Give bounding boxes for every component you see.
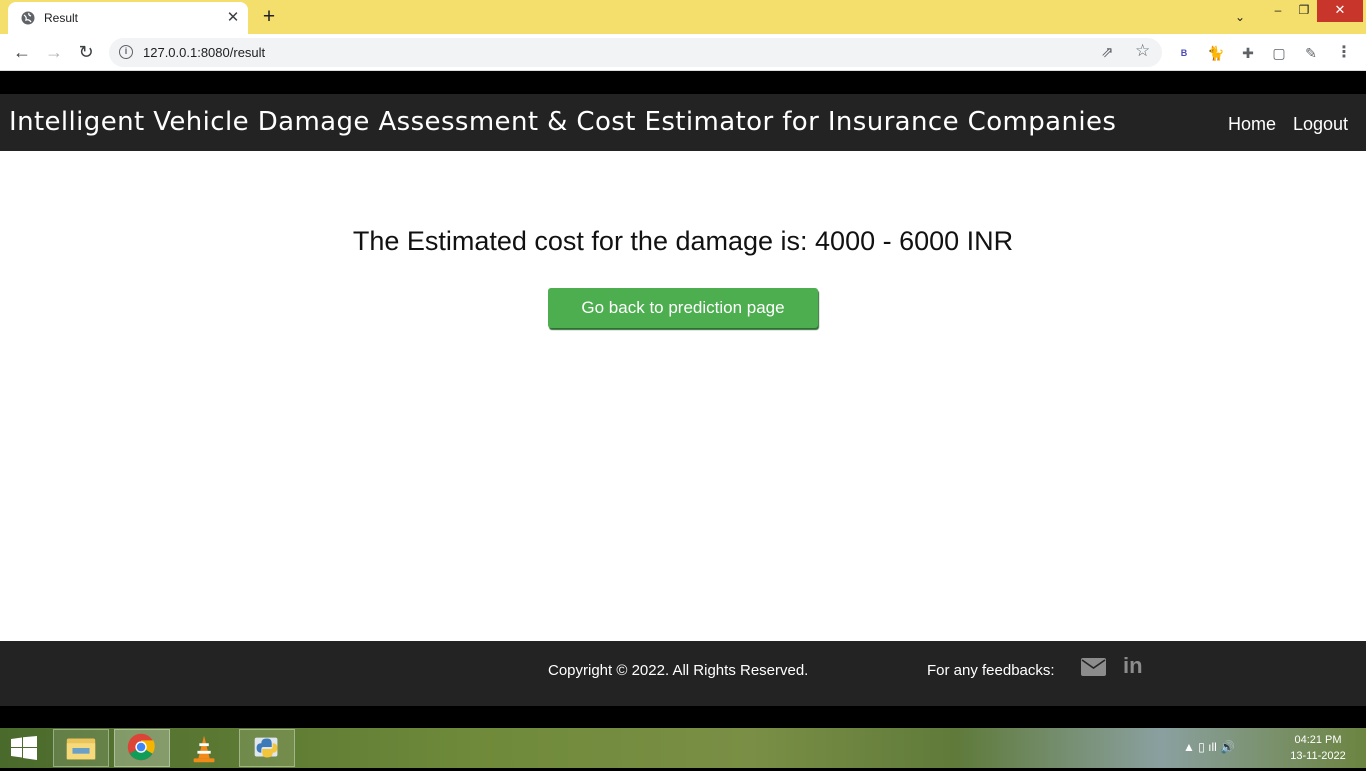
file-explorer-taskbar-icon[interactable] xyxy=(53,729,109,767)
extensions-puzzle-icon[interactable]: ✚ xyxy=(1237,42,1259,64)
forward-arrow-icon[interactable]: → xyxy=(40,39,68,67)
site-title: Intelligent Vehicle Damage Assessment & … xyxy=(9,107,1117,137)
main-content: The Estimated cost for the damage is: 40… xyxy=(0,151,1366,641)
python-launcher-taskbar-icon[interactable] xyxy=(239,729,295,767)
taskbar-clock[interactable]: 04:21 PM 13-11-2022 xyxy=(1278,732,1358,764)
browser-menu-icon[interactable]: ⋮ xyxy=(1333,42,1355,64)
browser-toolbar: ← → ↻ i 127.0.0.1:8080/result ⇗ ☆ B 🐈 ✚ … xyxy=(0,34,1366,71)
new-tab-button[interactable]: + xyxy=(258,6,280,28)
feedback-label: For any feedbacks: xyxy=(927,662,1055,679)
system-tray[interactable]: ▲ ▯ ıll 🔊 xyxy=(1183,740,1235,754)
site-info-icon[interactable]: i xyxy=(119,45,133,59)
maximize-button[interactable]: ❐ xyxy=(1289,0,1319,22)
address-bar[interactable]: i 127.0.0.1:8080/result ⇗ ☆ xyxy=(109,38,1162,67)
clock-time: 04:21 PM xyxy=(1294,734,1342,746)
extension-b-icon[interactable]: B xyxy=(1173,42,1195,64)
mail-icon[interactable] xyxy=(1081,658,1106,676)
profile-avatar-icon[interactable]: ✎ xyxy=(1300,42,1322,64)
browser-tabstrip: Result ✕ + ⌄ – ❐ ✕ xyxy=(0,0,1366,34)
back-to-prediction-button[interactable]: Go back to prediction page xyxy=(548,288,818,328)
nav-logout-link[interactable]: Logout xyxy=(1293,114,1348,135)
side-panel-icon[interactable]: ▢ xyxy=(1268,42,1290,64)
browser-tab[interactable]: Result ✕ xyxy=(8,2,248,34)
linkedin-icon[interactable]: in xyxy=(1123,653,1143,679)
tab-title: Result xyxy=(44,11,79,25)
copyright-text: Copyright © 2022. All Rights Reserved. xyxy=(548,662,809,679)
bookmark-star-icon[interactable]: ☆ xyxy=(1135,41,1150,61)
windows-start-icon[interactable] xyxy=(10,736,38,760)
nav-home-link[interactable]: Home xyxy=(1228,114,1276,135)
url-text[interactable]: 127.0.0.1:8080/result xyxy=(143,45,265,60)
window-close-button[interactable]: ✕ xyxy=(1317,0,1363,22)
share-icon[interactable]: ⇗ xyxy=(1101,43,1114,61)
clock-date: 13-11-2022 xyxy=(1290,750,1346,762)
site-footer: Copyright © 2022. All Rights Reserved. F… xyxy=(0,641,1366,706)
tab-search-icon[interactable]: ⌄ xyxy=(1226,4,1254,30)
globe-icon xyxy=(21,11,35,25)
estimated-cost-result: The Estimated cost for the damage is: 40… xyxy=(352,226,1014,256)
web-page: Intelligent Vehicle Damage Assessment & … xyxy=(0,71,1366,728)
windows-taskbar: ▲ ▯ ıll 🔊 04:21 PM 13-11-2022 xyxy=(0,728,1366,768)
back-arrow-icon[interactable]: ← xyxy=(8,39,36,67)
vlc-taskbar-icon[interactable] xyxy=(177,729,233,767)
extension-cat-icon[interactable]: 🐈 xyxy=(1205,42,1227,64)
reload-icon[interactable]: ↻ xyxy=(72,39,100,67)
tab-close-icon[interactable]: ✕ xyxy=(224,9,242,27)
site-header: Intelligent Vehicle Damage Assessment & … xyxy=(0,94,1366,151)
chrome-taskbar-icon[interactable] xyxy=(114,729,170,767)
